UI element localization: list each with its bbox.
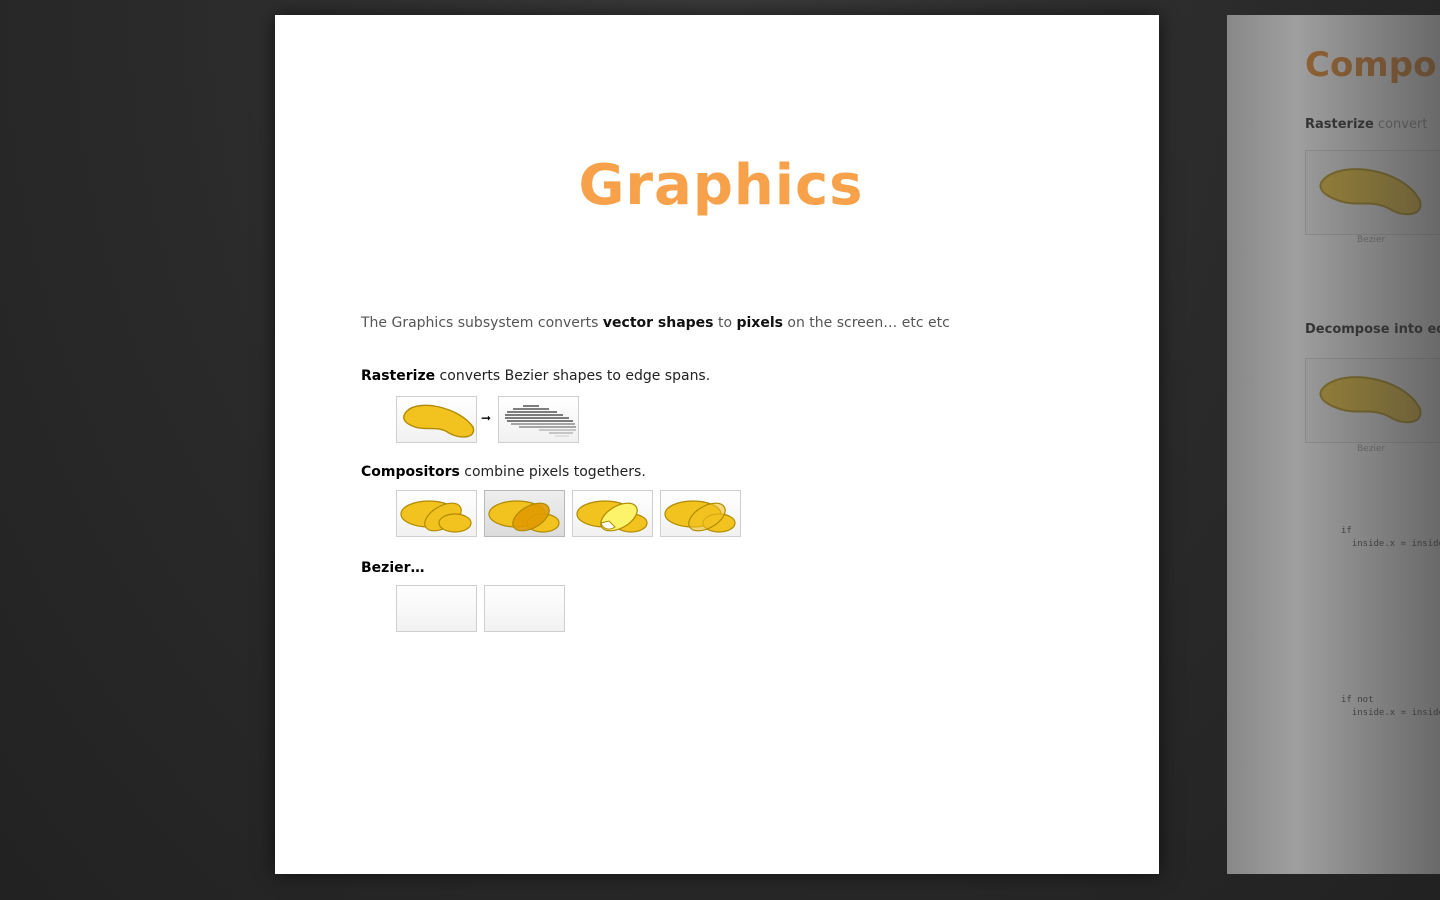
rasterize-label-bold: Rasterize <box>361 368 436 384</box>
next-slide-rasterize-text: convert <box>1373 117 1428 132</box>
bezier-shape-icon <box>403 404 475 438</box>
next-slide-thumbnail-1 <box>1305 150 1440 235</box>
bezier-label: Bezier… <box>361 560 425 576</box>
rasterize-label: Rasterize converts Bezier shapes to edge… <box>361 368 710 384</box>
intro-mid: to <box>713 315 737 331</box>
intro-prefix: The Graphics subsystem converts <box>361 315 603 331</box>
intro-bold-pixels: pixels <box>736 315 783 331</box>
next-slide-code-2: if not inside.x = inside <box>1341 695 1440 718</box>
composite-normal-icon <box>400 500 472 533</box>
edge-spans-icon <box>505 405 576 437</box>
composite-lighten-icon <box>576 500 648 533</box>
rasterize-spans-thumbnail[interactable] <box>498 396 579 443</box>
next-slide-rasterize-label: Rasterize convert <box>1305 117 1427 132</box>
next-slide-caption-2: Bezier <box>1357 444 1386 454</box>
compositor-thumbnail-outline[interactable] <box>660 490 741 537</box>
bezier-label-bold: Bezier… <box>361 560 425 576</box>
current-slide[interactable]: Graphics The Graphics subsystem converts… <box>275 15 1159 874</box>
next-slide-decompose-label: Decompose into ed <box>1305 322 1440 337</box>
next-slide-title: Compo <box>1305 45 1437 85</box>
next-slide-caption-1: Bezier <box>1357 235 1386 245</box>
next-slide-rasterize-bold: Rasterize <box>1305 117 1374 132</box>
rasterize-bezier-thumbnail[interactable] <box>396 396 477 443</box>
arrow-icon: ➞ <box>481 411 492 425</box>
compositor-thumbnail-normal[interactable] <box>396 490 477 537</box>
intro-suffix: on the screen… etc etc <box>782 315 950 331</box>
compositors-label: Compositors combine pixels togethers. <box>361 464 646 480</box>
bezier-shape-icon <box>1319 376 1422 424</box>
composite-darken-icon <box>488 500 560 533</box>
next-slide-shade <box>1227 15 1440 874</box>
next-slide-preview[interactable]: Compo Rasterize convert Bezier Decompose… <box>1227 15 1440 874</box>
compositor-thumbnail-lighten[interactable] <box>572 490 653 537</box>
next-slide-code-1: if inside.x = inside <box>1341 526 1440 549</box>
rasterize-label-text: converts Bezier shapes to edge spans. <box>435 368 711 384</box>
compositors-label-bold: Compositors <box>361 464 460 480</box>
intro-text: The Graphics subsystem converts vector s… <box>361 315 950 331</box>
presentation-stage: Graphics The Graphics subsystem converts… <box>0 0 1440 900</box>
compositors-label-text: combine pixels togethers. <box>459 464 646 480</box>
bezier-thumbnail-1[interactable] <box>396 585 477 632</box>
intro-bold-vector-shapes: vector shapes <box>602 315 714 331</box>
bezier-thumbnail-2[interactable] <box>484 585 565 632</box>
bezier-shape-icon <box>1319 168 1422 216</box>
composite-outline-icon <box>664 500 736 533</box>
compositor-thumbnail-darken[interactable] <box>484 490 565 537</box>
next-slide-thumbnail-2 <box>1305 358 1440 443</box>
slide-title: Graphics <box>578 153 864 218</box>
